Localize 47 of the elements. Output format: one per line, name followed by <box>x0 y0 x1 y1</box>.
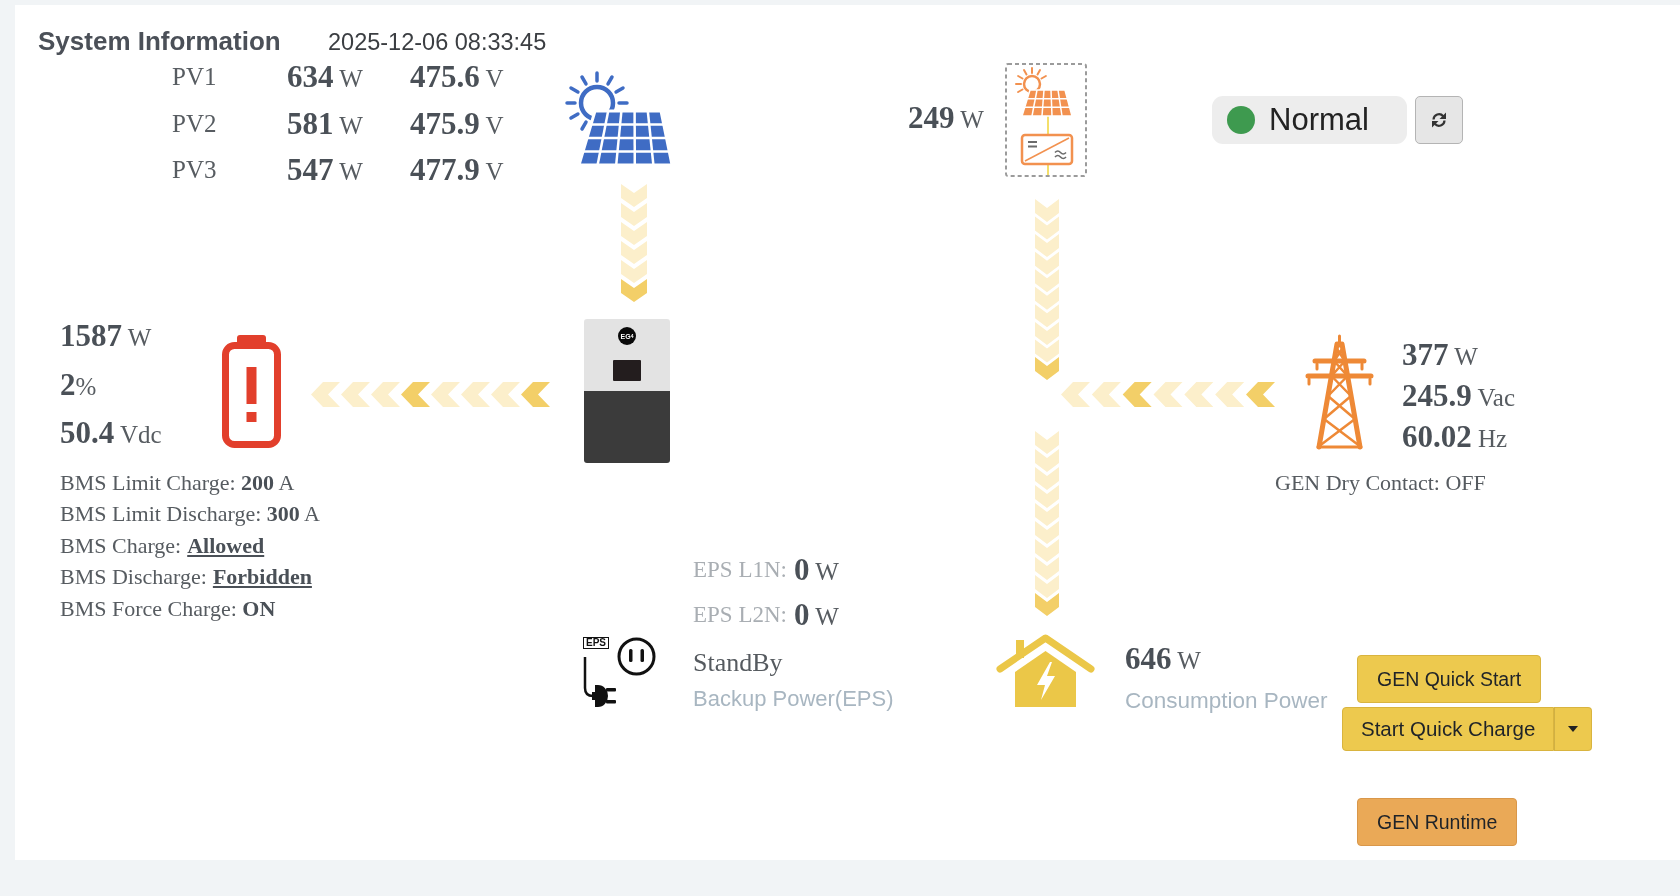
voltage-reading: 475.9 V <box>410 105 504 142</box>
voltage-reading: 477.9 V <box>410 152 504 189</box>
solar-inverter-icon <box>1005 63 1087 177</box>
bms-status-link[interactable]: Allowed <box>187 532 265 559</box>
timestamp: 2025-12-06 08:33:45 <box>328 29 547 56</box>
eps-label: EPS <box>583 637 609 649</box>
bms-status-text: BMS Limit Discharge: 300 A <box>60 501 320 528</box>
bms-status-label: BMS Charge: <box>60 532 182 559</box>
house-icon <box>996 634 1095 707</box>
action-button[interactable]: GEN Quick Start <box>1357 655 1542 703</box>
action-button[interactable]: Start Quick Charge <box>1342 707 1555 751</box>
refresh-icon <box>1429 111 1448 129</box>
eps-state: StandBy <box>693 647 783 679</box>
power-reading: 547 W <box>287 152 363 189</box>
ac-power-reading: 249 W <box>908 100 984 136</box>
pv-label: PV3 <box>172 156 217 185</box>
bms-status-text: BMS Force Charge: ON <box>60 595 276 622</box>
battery-reading: 2% <box>60 366 97 403</box>
transmission-tower-icon <box>1305 334 1374 450</box>
pv-label: PV2 <box>172 109 217 138</box>
pv-label: PV1 <box>172 63 217 92</box>
eps-line-reading: 0 W <box>793 596 839 633</box>
refresh-button[interactable] <box>1414 96 1463 144</box>
power-reading: 581 W <box>287 105 363 142</box>
bms-status-label: BMS Discharge: <box>60 564 207 591</box>
consumption-caption: Consumption Power <box>1125 687 1328 715</box>
consumption-reading: 646 W <box>1125 640 1201 678</box>
battery-reading: 50.4 Vdc <box>60 415 162 452</box>
caret-icon <box>1568 726 1579 732</box>
power-outlet-icon <box>617 637 656 676</box>
eps-line-reading: 0 W <box>793 551 839 588</box>
dry-contact-status: GEN Dry Contact: OFF <box>1275 469 1486 497</box>
eps-line-label: EPS L2N: <box>693 601 787 628</box>
section-title: System Information <box>38 26 281 57</box>
display-screen <box>613 360 641 381</box>
power-reading: 634 W <box>287 59 363 96</box>
status-text: Normal <box>1269 102 1369 138</box>
grid-reading: 60.02 Hz <box>1402 418 1508 455</box>
eps-line-label: EPS L1N: <box>693 556 787 583</box>
voltage-reading: 475.6 V <box>410 59 504 96</box>
grid-reading: 245.9 Vac <box>1402 377 1516 414</box>
bms-status-text: BMS Limit Charge: 200 A <box>60 469 295 496</box>
action-button[interactable]: GEN Runtime <box>1357 798 1518 846</box>
eps-caption: Backup Power(EPS) <box>693 685 894 713</box>
battery-reading: 1587 W <box>60 318 152 355</box>
bms-status-link[interactable]: Forbidden <box>212 564 312 591</box>
grid-reading: 377 W <box>1402 336 1478 373</box>
